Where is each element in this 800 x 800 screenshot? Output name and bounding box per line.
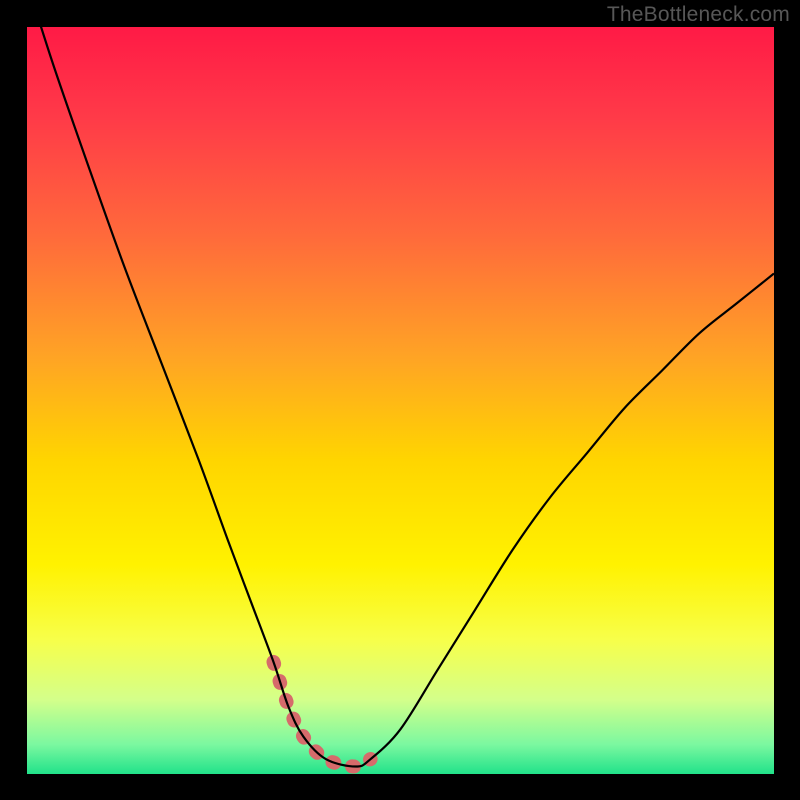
watermark-text: TheBottleneck.com [607, 3, 790, 27]
chart-frame: TheBottleneck.com [0, 0, 800, 800]
highlight-band [274, 662, 371, 767]
plot-area [27, 27, 774, 774]
bottleneck-curve [27, 27, 774, 767]
curve-layer [27, 27, 774, 774]
